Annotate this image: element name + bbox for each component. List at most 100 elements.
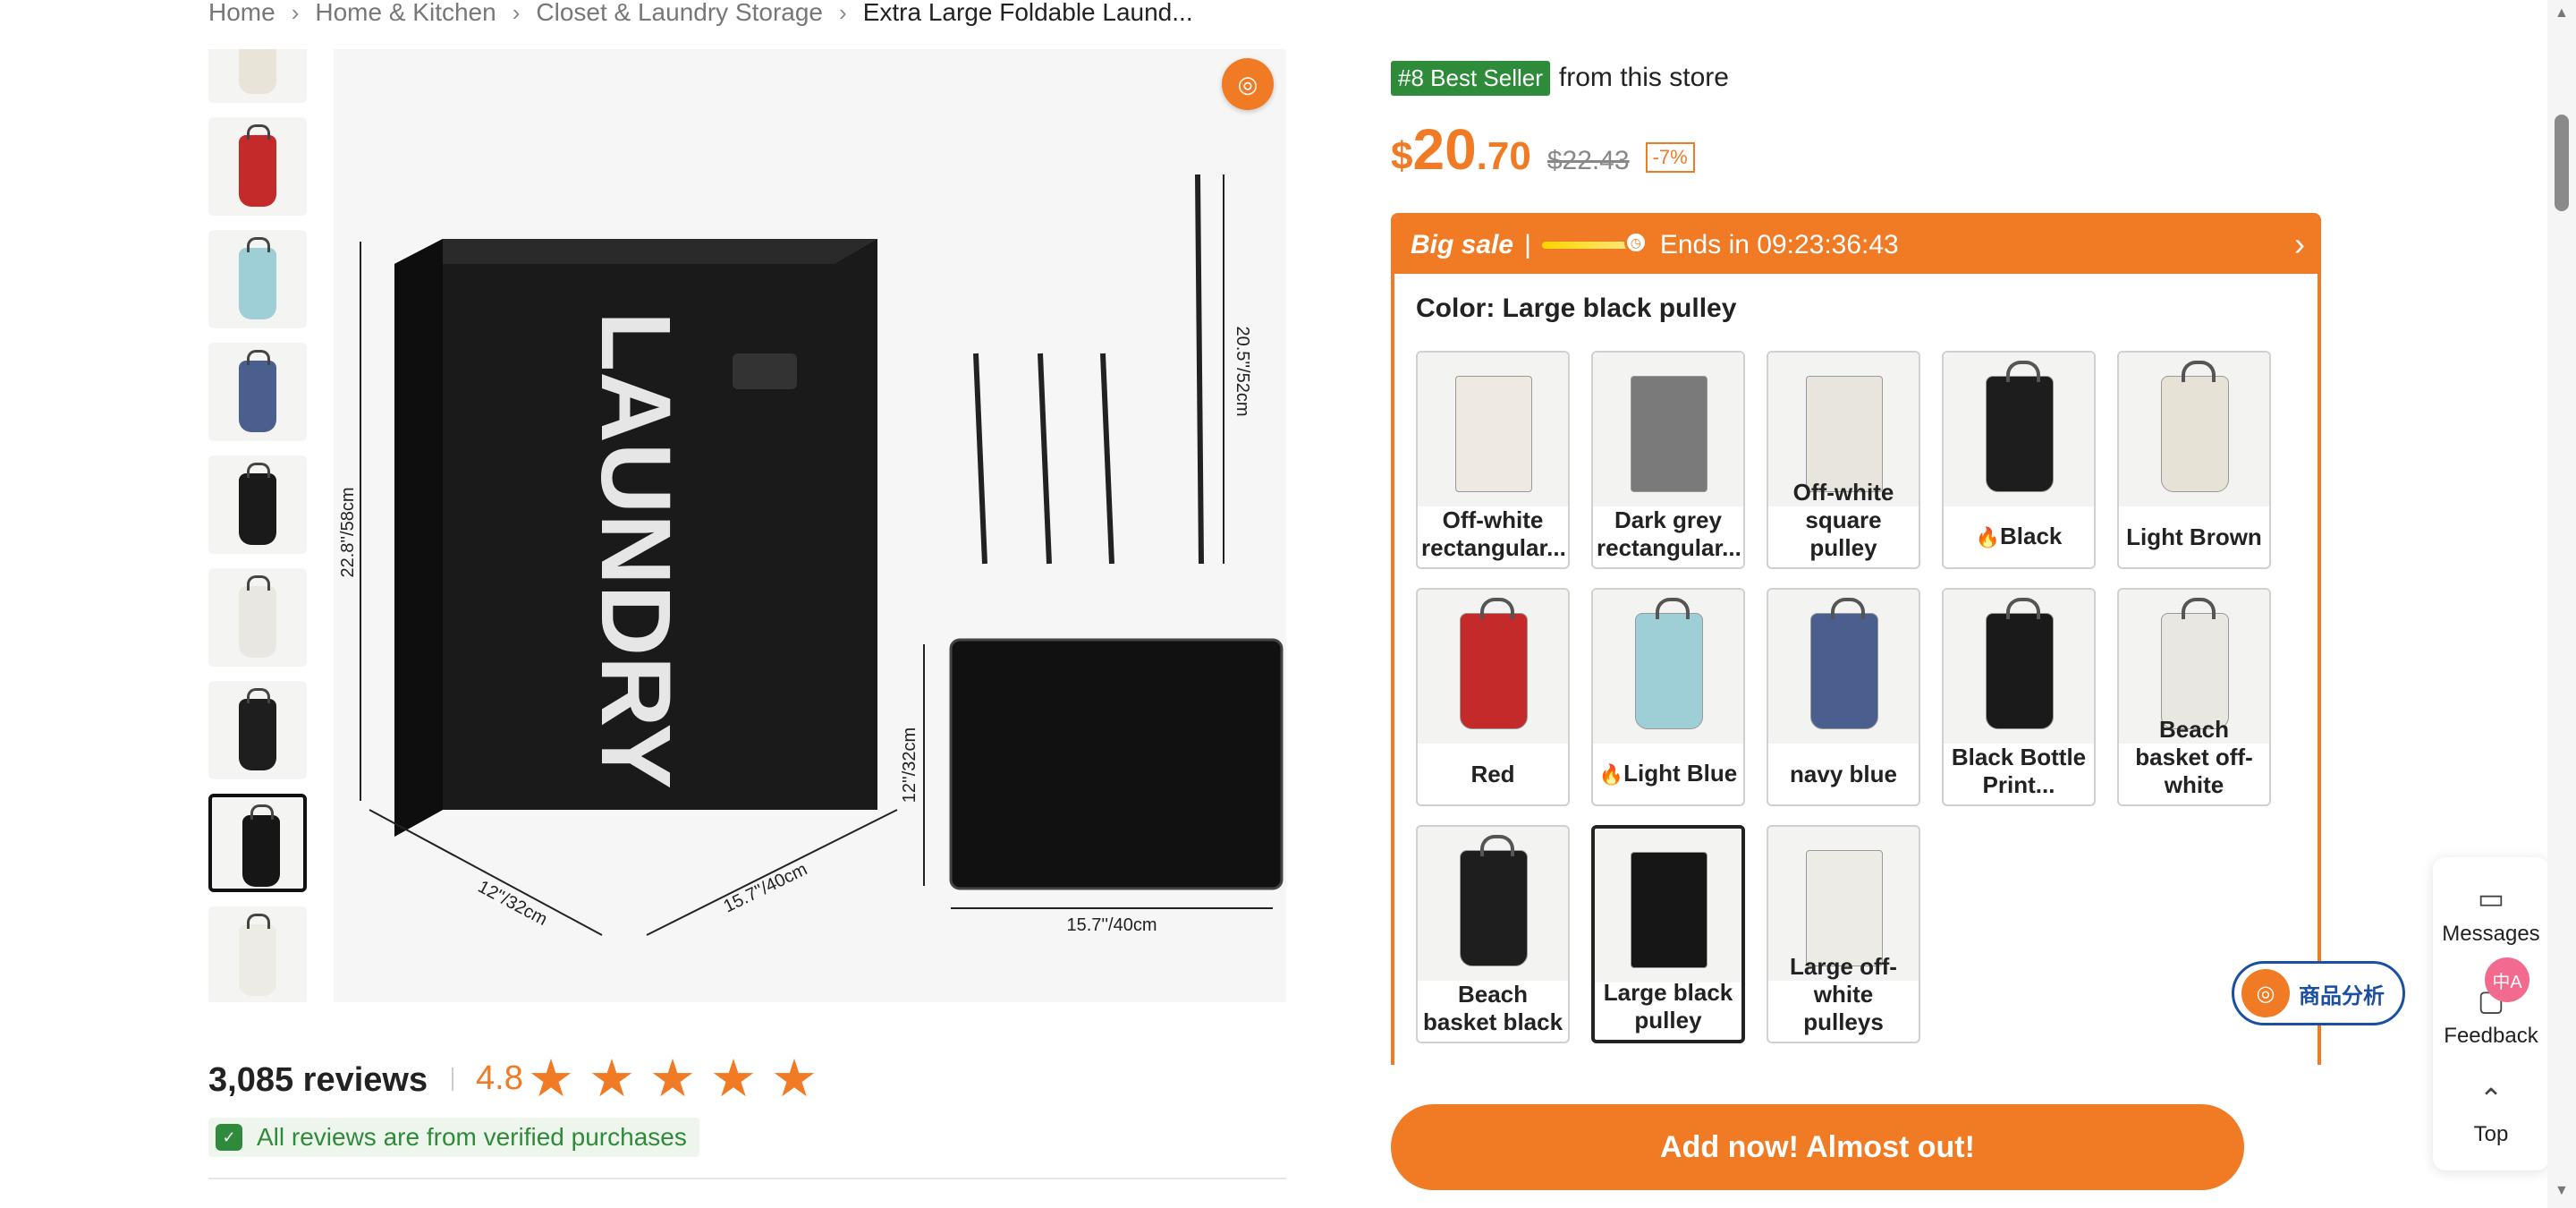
messages-button[interactable]: ▭ Messages: [2433, 880, 2549, 947]
chevron-up-icon: ⌃: [2479, 1083, 2504, 1115]
discount-badge: -7%: [1645, 142, 1695, 173]
color-option-label: Dark grey rectangular...: [1597, 506, 1741, 562]
color-option[interactable]: Off-white rectangular...: [1416, 351, 1570, 569]
bestseller-row: #8 Best Seller from this store: [1391, 58, 1729, 98]
thumbnail-item[interactable]: [208, 906, 307, 1002]
verified-purchases-note: ✓ All reviews are from verified purchase…: [208, 1118, 699, 1157]
breadcrumb-home[interactable]: Home: [208, 0, 275, 27]
chevron-right-icon[interactable]: ›: [2294, 225, 2305, 263]
thumbnail-item[interactable]: [208, 794, 307, 892]
color-option[interactable]: Light Brown: [2117, 351, 2271, 569]
star-icon: ★: [528, 1050, 574, 1108]
translate-icon[interactable]: 中A: [2485, 957, 2529, 1002]
hamper-image: [1810, 598, 1878, 729]
top-label: Top: [2473, 1122, 2509, 1146]
bestseller-badge[interactable]: #8 Best Seller: [1391, 60, 1550, 96]
breadcrumb: Home › Home & Kitchen › Closet & Laundry…: [208, 0, 1193, 27]
color-option[interactable]: Large off-white pulleys: [1767, 825, 1920, 1043]
add-to-cart-button[interactable]: Add now! Almost out!: [1391, 1104, 2244, 1190]
bestseller-suffix: from this store: [1558, 63, 1729, 92]
star-icon: ★: [771, 1050, 818, 1108]
thumbnail-hamper-image: [239, 124, 276, 207]
color-option-text: Light Brown: [2126, 523, 2262, 550]
color-option[interactable]: Beach basket black: [1416, 825, 1570, 1043]
color-option[interactable]: Off-white square pulley: [1767, 351, 1920, 569]
reviews-count[interactable]: 3,085 reviews: [208, 1061, 428, 1100]
sale-panel: Big sale | ◷ Ends in 09:23:36:43 › Color…: [1391, 213, 2321, 1065]
color-option-text: Off-white rectangular...: [1421, 506, 1566, 561]
main-product-image[interactable]: LAUNDRY 22.8''/58cm 12''/32cm 15.7''/40c…: [334, 49, 1286, 1002]
thumbnail-hamper-image: [239, 914, 276, 996]
analysis-icon[interactable]: ◎: [1222, 58, 1274, 110]
color-option-text: Black Bottle Print...: [1951, 744, 2087, 798]
hamper-image: [1460, 835, 1528, 966]
color-option-image: [1418, 827, 1568, 981]
color-option[interactable]: Red: [1416, 588, 1570, 806]
scroll-up-arrow-icon[interactable]: ▲: [2555, 5, 2569, 21]
breadcrumb-separator: ›: [291, 0, 300, 26]
color-option-text: Large black pulley: [1603, 979, 1733, 1034]
thumbnail-item[interactable]: [208, 681, 307, 779]
thumbnail-item[interactable]: [208, 49, 307, 103]
thumbnail-item[interactable]: [208, 117, 307, 216]
dim-width: 12''/32cm: [475, 877, 551, 930]
color-option[interactable]: 🔥Light Blue: [1591, 588, 1745, 806]
star-icon: ★: [589, 1050, 635, 1108]
color-option-label: Light Brown: [2123, 523, 2266, 551]
star-icon: ★: [649, 1050, 696, 1108]
color-option-text: Off-white square pulley: [1792, 479, 1894, 561]
fire-icon: 🔥: [1598, 763, 1624, 786]
thumbnail-hamper-image: [239, 575, 276, 658]
sale-title: Big sale: [1411, 230, 1514, 259]
hamper-image: [1631, 376, 1707, 492]
thumbnail-hamper-image: [239, 49, 276, 94]
messages-label: Messages: [2442, 922, 2540, 946]
hamper-image: [1986, 598, 2054, 729]
thumbnail-item[interactable]: [208, 568, 307, 667]
color-option-label: navy blue: [1772, 761, 1915, 788]
color-option[interactable]: Dark grey rectangular...: [1591, 351, 1745, 569]
side-toolbar: ▭ Messages ▢ Feedback ⌃ Top: [2433, 857, 2549, 1170]
product-analysis-button[interactable]: ◎ 商品分析: [2232, 961, 2405, 1025]
hamper-image: [1631, 852, 1707, 968]
sale-header[interactable]: Big sale | ◷ Ends in 09:23:36:43 ›: [1394, 217, 2318, 274]
hamper-image: [2161, 598, 2229, 729]
color-option-label: Beach basket off-white: [2123, 716, 2266, 799]
color-option[interactable]: Large black pulley: [1591, 825, 1745, 1043]
color-option-text: Large off-white pulleys: [1790, 953, 1897, 1035]
thumbnail-item[interactable]: [208, 343, 307, 441]
color-label: Color: Large black pulley: [1416, 293, 1737, 323]
scroll-down-arrow-icon[interactable]: ▼: [2555, 1183, 2569, 1199]
sale-countdown: Ends in 09:23:36:43: [1659, 230, 1899, 259]
scrollbar-thumb[interactable]: [2555, 115, 2569, 211]
color-option[interactable]: Beach basket off-white: [2117, 588, 2271, 806]
thumbnail-item[interactable]: [208, 455, 307, 554]
dim-base-height: 12''/32cm: [900, 727, 919, 803]
dim-rod: 20.5''/52cm: [1233, 326, 1252, 416]
star-icon: ★: [710, 1050, 757, 1108]
color-option[interactable]: Black Bottle Print...: [1942, 588, 2096, 806]
color-option[interactable]: 🔥Black: [1942, 351, 2096, 569]
hamper-image: [1806, 376, 1883, 492]
breadcrumb-closet-laundry[interactable]: Closet & Laundry Storage: [536, 0, 823, 27]
messages-icon: ▭: [2477, 882, 2505, 915]
color-option-image: [1768, 590, 1919, 744]
breadcrumb-home-kitchen[interactable]: Home & Kitchen: [315, 0, 496, 27]
fire-icon: 🔥: [1975, 526, 2000, 549]
color-option-image: [1418, 353, 1568, 506]
thumbnail-hamper-image: [239, 688, 276, 770]
color-option-label: Beach basket black: [1421, 981, 1564, 1036]
hamper-image: [1460, 598, 1528, 729]
sale-progress-bar: ◷: [1541, 231, 1648, 254]
color-option-image: [1593, 353, 1743, 506]
hamper-image: [1635, 598, 1703, 729]
thumbnail-item[interactable]: [208, 230, 307, 328]
price-decimal: .70: [1476, 134, 1531, 178]
price-row: $ 20 .70 $22.43 -7%: [1391, 116, 1695, 188]
laundry-hamper-illustration: LAUNDRY 22.8''/58cm 12''/32cm 15.7''/40c…: [338, 174, 1284, 936]
color-option-label: 🔥Light Blue: [1597, 760, 1740, 788]
color-option[interactable]: navy blue: [1767, 588, 1920, 806]
color-option-label: Large off-white pulleys: [1772, 953, 1915, 1036]
back-to-top-button[interactable]: ⌃ Top: [2433, 1081, 2549, 1147]
dim-height: 22.8''/58cm: [338, 487, 358, 577]
